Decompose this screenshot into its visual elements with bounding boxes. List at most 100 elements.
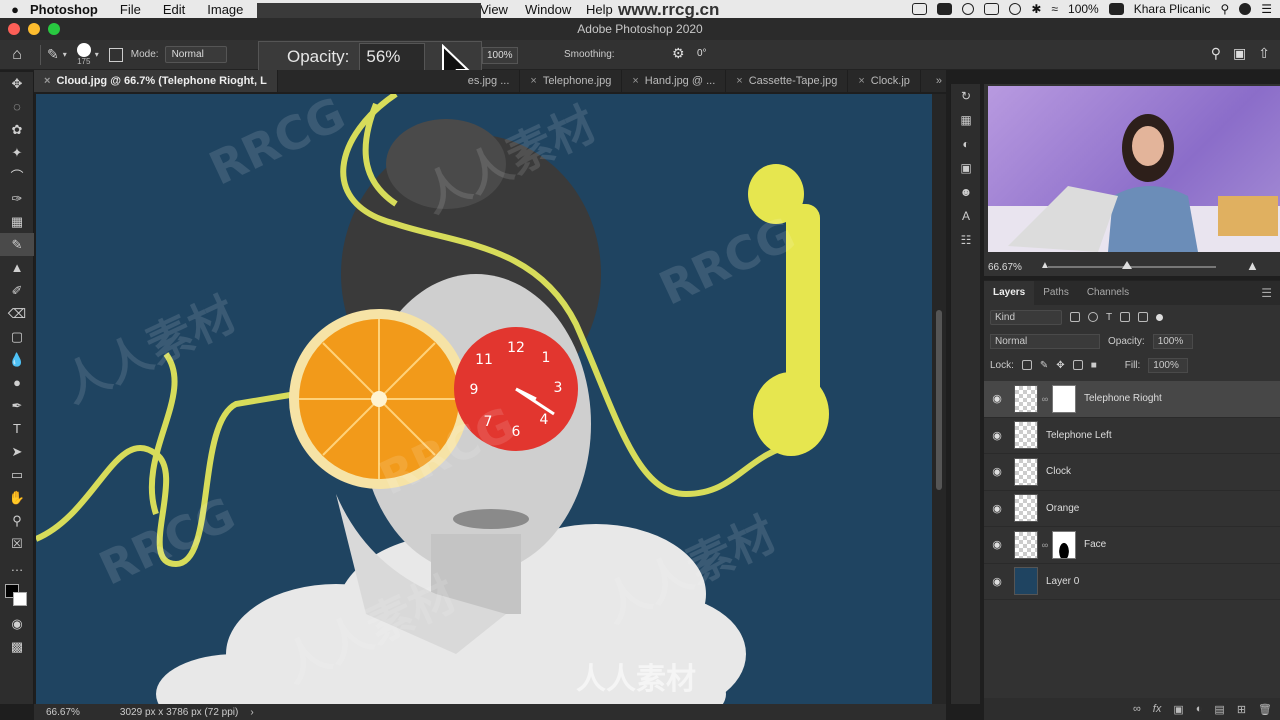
more-tools-icon[interactable]: …: [0, 555, 34, 578]
layer-name[interactable]: Telephone Rioght: [1084, 393, 1162, 404]
screen-icon[interactable]: [912, 3, 928, 15]
status-zoom[interactable]: 66.67%: [46, 707, 80, 718]
move-tool-icon[interactable]: ✥: [0, 72, 34, 95]
smartobject-filter-icon[interactable]: [1138, 312, 1149, 322]
zoom-tool-icon[interactable]: ⚲: [0, 509, 34, 532]
link-icon[interactable]: ∞: [1040, 394, 1050, 404]
crop-tool-icon[interactable]: ⌒: [0, 164, 34, 187]
evernote-icon[interactable]: [962, 3, 975, 15]
path-select-icon[interactable]: ➤: [0, 440, 34, 463]
layer-name[interactable]: Telephone Left: [1046, 430, 1112, 441]
gradient-tool-icon[interactable]: ▢: [0, 325, 34, 348]
lasso-tool-icon[interactable]: ✿: [0, 118, 34, 141]
eye-icon[interactable]: ◉: [984, 465, 1010, 478]
layer-name[interactable]: Layer 0: [1046, 576, 1079, 587]
color-icon[interactable]: ◐: [951, 132, 981, 156]
layer-row[interactable]: ◉ Orange: [984, 491, 1280, 527]
zoom-slider-knob[interactable]: [1122, 261, 1132, 269]
eye-icon[interactable]: ◉: [984, 392, 1010, 405]
brush-settings-icon[interactable]: ☻: [951, 180, 981, 204]
zoom-slider[interactable]: [1048, 261, 1216, 269]
pen-tool-icon[interactable]: ✒: [0, 394, 34, 417]
tab-telephone[interactable]: × Telephone.jpg: [520, 70, 623, 92]
layer-row[interactable]: ◉ ∞ Face: [984, 527, 1280, 564]
layer-mask-thumbnail[interactable]: [1052, 384, 1076, 413]
adjustment-filter-icon[interactable]: [1088, 312, 1098, 322]
document-canvas[interactable]: 12 1 3 467 9 11 RRCG 人人素材 RRCG 人人素材 RRCG RR…: [36, 94, 932, 704]
add-mask-icon[interactable]: ▣: [1173, 703, 1183, 716]
scrollbar-thumb[interactable]: [936, 310, 942, 490]
menu-image[interactable]: Image: [207, 2, 243, 17]
brush-settings-icon[interactable]: [108, 47, 123, 62]
link-layers-icon[interactable]: ∞: [1133, 703, 1141, 715]
flow-input[interactable]: 100%: [482, 47, 518, 64]
chevron-down-icon[interactable]: ▾: [63, 50, 67, 59]
link-icon[interactable]: ∞: [1040, 540, 1050, 550]
search-icon[interactable]: ⚲: [1220, 2, 1229, 16]
tab-layers[interactable]: Layers: [984, 281, 1035, 305]
trash-icon[interactable]: 🗑: [1258, 703, 1272, 716]
gear-icon[interactable]: ⚙: [672, 45, 685, 62]
marquee-tool-icon[interactable]: ◌: [0, 95, 34, 118]
panel-menu-icon[interactable]: ☰: [1261, 286, 1272, 300]
artboard-icon[interactable]: ☒: [0, 532, 34, 555]
history-icon[interactable]: ↻: [951, 84, 981, 108]
tab-paths[interactable]: Paths: [1034, 281, 1078, 305]
close-tab-icon[interactable]: ×: [632, 75, 638, 87]
lock-artboard-icon[interactable]: [1072, 360, 1083, 370]
tab-hand[interactable]: × Hand.jpg @ ...: [622, 70, 727, 92]
angle-value[interactable]: 0°: [697, 48, 707, 59]
close-tab-icon[interactable]: ×: [530, 75, 536, 87]
menu-list-icon[interactable]: ☰: [1261, 2, 1272, 16]
close-tab-icon[interactable]: ×: [736, 75, 742, 87]
fill-input[interactable]: 100%: [1148, 357, 1189, 373]
close-window-icon[interactable]: [8, 23, 20, 35]
apple-menu-icon[interactable]: ●: [0, 2, 30, 17]
battery-icon[interactable]: [1108, 3, 1124, 15]
eye-icon[interactable]: ◉: [984, 575, 1010, 588]
chevron-down-icon[interactable]: ▾: [95, 50, 99, 59]
opacity-input[interactable]: 56%: [359, 43, 426, 71]
share-icon[interactable]: ⇧: [1258, 45, 1270, 62]
layer-mask-thumbnail[interactable]: [1052, 530, 1076, 559]
bluetooth-icon[interactable]: ✱: [1031, 2, 1041, 16]
close-tab-icon[interactable]: ×: [44, 75, 50, 87]
tab-cloud[interactable]: × Cloud.jpg @ 66.7% (Telephone Rioght, L: [34, 70, 278, 92]
lock-all-icon[interactable]: ■: [1091, 360, 1097, 371]
swatches-icon[interactable]: ▦: [951, 108, 981, 132]
frame-tool-icon[interactable]: ▦: [0, 210, 34, 233]
group-icon[interactable]: ▤: [1214, 703, 1224, 716]
adjustment-layer-icon[interactable]: ◐: [1196, 703, 1203, 715]
adjustments-icon[interactable]: ▣: [951, 156, 981, 180]
type-filter-icon[interactable]: T: [1106, 312, 1112, 323]
layer-name[interactable]: Face: [1084, 539, 1106, 550]
layer-name[interactable]: Clock: [1046, 466, 1071, 477]
eraser-tool-icon[interactable]: ⌫: [0, 302, 34, 325]
user-name[interactable]: Khara Plicanic: [1134, 2, 1211, 16]
shape-filter-icon[interactable]: [1120, 312, 1131, 322]
layer-row[interactable]: ◉ Clock: [984, 454, 1280, 491]
blur-tool-icon[interactable]: 💧: [0, 348, 34, 371]
vertical-scrollbar[interactable]: [932, 94, 946, 704]
brush-preset-picker[interactable]: 175: [76, 43, 91, 66]
minimize-window-icon[interactable]: [28, 23, 40, 35]
eye-icon[interactable]: ◉: [984, 502, 1010, 515]
menu-file[interactable]: File: [120, 2, 141, 17]
menu-help[interactable]: Help: [586, 2, 613, 17]
stamp-tool-icon[interactable]: ▲: [0, 256, 34, 279]
tab-channels[interactable]: Channels: [1078, 281, 1138, 305]
eyedropper-tool-icon[interactable]: ✑: [0, 187, 34, 210]
lock-transparency-icon[interactable]: [1021, 360, 1032, 370]
menu-window[interactable]: Window: [525, 2, 571, 17]
filter-toggle-icon[interactable]: [1156, 313, 1164, 321]
maximize-window-icon[interactable]: [48, 23, 60, 35]
mode-select[interactable]: Normal: [164, 46, 227, 63]
wifi-icon[interactable]: ≈: [1051, 2, 1058, 16]
chevron-right-icon[interactable]: ›: [250, 707, 253, 718]
background-color[interactable]: [13, 592, 27, 606]
layer-opacity-input[interactable]: 100%: [1152, 333, 1193, 349]
quick-mask-icon[interactable]: ◉: [0, 612, 34, 635]
lock-position-icon[interactable]: ✥: [1056, 360, 1064, 371]
close-tab-icon[interactable]: ×: [858, 75, 864, 87]
tab-es[interactable]: es.jpg ...: [458, 70, 521, 92]
